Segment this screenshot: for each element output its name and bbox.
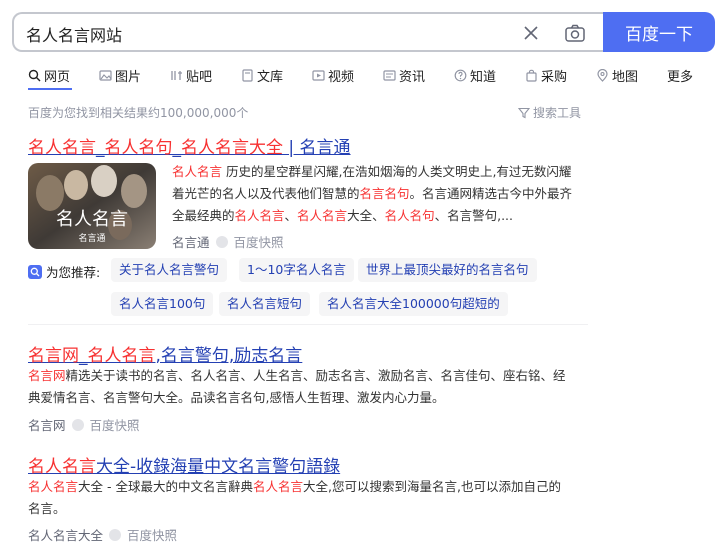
- source-dot-icon: [109, 528, 122, 541]
- news-icon: [383, 69, 396, 81]
- source-name[interactable]: 名言网: [28, 415, 66, 434]
- tab-images[interactable]: 图片: [99, 66, 142, 85]
- result-title[interactable]: 名人名言_名人名句_名人名言大全 | 名言通: [28, 133, 351, 158]
- snippet-line: 名人名言 历史的星空群星闪耀,在浩如烟海的人类文明史上,有过无数闪耀: [172, 164, 572, 179]
- title-text: | 名言通: [283, 138, 351, 158]
- search-input[interactable]: [26, 22, 506, 46]
- camera-icon[interactable]: [563, 21, 587, 45]
- doc-icon: [242, 68, 253, 82]
- tab-label: 文库: [257, 69, 284, 85]
- recommend-label: 为您推荐:: [28, 262, 100, 281]
- recommend-chip[interactable]: 名人名言100句: [111, 292, 214, 316]
- close-icon[interactable]: [520, 22, 542, 44]
- map-icon: [597, 68, 608, 82]
- tab-label: 网页: [44, 69, 71, 85]
- divider: [28, 324, 588, 325]
- result-snippet: 名言网精选关于读书的名言、名人名言、人生名言、励志名言、激励名言、名言佳句、座右…: [28, 365, 598, 409]
- recommend-chip[interactable]: 1～10字名人名言: [239, 258, 354, 282]
- snippet-line: 典爱情名言、名言警句大全。品读名言名句,感悟人生哲理、激发内心力量。: [28, 390, 445, 405]
- search-icon: [28, 69, 41, 81]
- result-source: 名人名言大全 百度快照: [28, 525, 177, 544]
- tab-label: 资讯: [399, 69, 426, 85]
- source-name[interactable]: 名人名言大全: [28, 525, 103, 544]
- result-thumbnail[interactable]: 名人名言 名言通: [28, 163, 156, 249]
- snippet-line: 名人名言大全 - 全球最大的中文名言辭典名人名言大全,您可以搜索到海量名言,也可…: [28, 479, 561, 494]
- snapshot-link[interactable]: 百度快照: [90, 415, 140, 434]
- title-highlight: 名言网: [28, 346, 79, 366]
- recommend-chip[interactable]: 名人名言短句: [219, 292, 311, 316]
- image-icon: [99, 69, 112, 81]
- title-highlight: 名人名言: [28, 457, 96, 477]
- result-snippet: 名人名言大全 - 全球最大的中文名言辭典名人名言大全,您可以搜索到海量名言,也可…: [28, 476, 598, 520]
- result-source: 名言通 百度快照: [172, 232, 284, 251]
- title-text: _: [79, 346, 88, 366]
- snippet-line: 全最经典的名人名言、名人名言大全、名人名句、名言警句,...: [172, 208, 513, 223]
- tieba-icon: [171, 70, 182, 80]
- tab-more[interactable]: 更多: [667, 66, 694, 85]
- tab-map[interactable]: 地图: [596, 66, 639, 85]
- tab-tieba[interactable]: 贴吧: [170, 66, 213, 85]
- result-count: 百度为您找到相关结果约100,000,000个: [28, 106, 249, 120]
- thumb-title: 名人名言: [56, 209, 128, 230]
- tab-news[interactable]: 资讯: [383, 66, 426, 85]
- snapshot-link[interactable]: 百度快照: [127, 525, 177, 544]
- snippet-line: 名言。: [28, 501, 66, 516]
- recommend-chip[interactable]: 关于名人名言警句: [111, 258, 228, 282]
- video-icon: [312, 69, 325, 81]
- tab-label: 采购: [541, 69, 568, 85]
- snippet-line: 着光芒的名人以及代表他们智慧的名言名句。名言通网精选古今中外最齐: [172, 186, 573, 201]
- recommend-label-text: 为您推荐:: [46, 265, 101, 280]
- result-title[interactable]: 名言网_名人名言,名言警句,励志名言: [28, 341, 302, 366]
- tab-label: 更多: [667, 69, 694, 85]
- result-title[interactable]: 名人名言大全-收錄海量中文名言警句語錄: [28, 452, 340, 477]
- recommend-chip[interactable]: 世界上最顶尖最好的名言名句: [358, 258, 537, 282]
- tab-web[interactable]: 网页: [28, 66, 71, 85]
- tab-caigou[interactable]: 采购: [525, 66, 568, 85]
- question-icon: [454, 69, 467, 81]
- search-tools-label: 搜索工具: [533, 106, 582, 120]
- recommend-search-icon: [28, 264, 42, 279]
- tab-label: 视频: [328, 69, 355, 85]
- snapshot-link[interactable]: 百度快照: [234, 232, 284, 251]
- tab-wenku[interactable]: 文库: [241, 66, 284, 85]
- title-text: _: [172, 138, 182, 158]
- result-snippet: 名人名言 历史的星空群星闪耀,在浩如烟海的人类文明史上,有过无数闪耀 着光芒的名…: [172, 161, 592, 227]
- filter-icon: [518, 107, 530, 118]
- search-tools-button[interactable]: 搜索工具: [518, 104, 581, 121]
- title-text: ,名言警句,励志名言: [155, 346, 303, 366]
- tab-label: 图片: [115, 69, 142, 85]
- thumb-subtitle: 名言通: [78, 232, 105, 244]
- tab-label: 地图: [612, 69, 639, 85]
- source-name[interactable]: 名言通: [172, 232, 210, 251]
- title-text: 大全-收錄海量中文名言警句語錄: [96, 457, 341, 477]
- search-button[interactable]: 百度一下: [603, 12, 715, 52]
- result-source: 名言网 百度快照: [28, 415, 140, 434]
- bag-icon: [526, 69, 537, 82]
- tab-video[interactable]: 视频: [312, 66, 355, 85]
- tab-label: 知道: [470, 69, 497, 85]
- title-highlight: 名人名句: [104, 138, 173, 158]
- recommend-chip[interactable]: 名人名言大全100000句超短的: [319, 292, 508, 316]
- source-dot-icon: [71, 418, 84, 431]
- title-text: _: [96, 138, 105, 158]
- tab-label: 贴吧: [186, 69, 213, 85]
- tab-zhidao[interactable]: 知道: [454, 66, 497, 85]
- active-tab-indicator: [28, 88, 72, 90]
- title-highlight: 名人名言: [87, 346, 156, 366]
- title-highlight: 名人名言大全: [181, 138, 283, 158]
- source-dot-icon: [215, 235, 228, 248]
- title-highlight: 名人名言: [28, 138, 96, 158]
- snippet-line: 名言网精选关于读书的名言、名人名言、人生名言、励志名言、激励名言、名言佳句、座右…: [28, 368, 566, 383]
